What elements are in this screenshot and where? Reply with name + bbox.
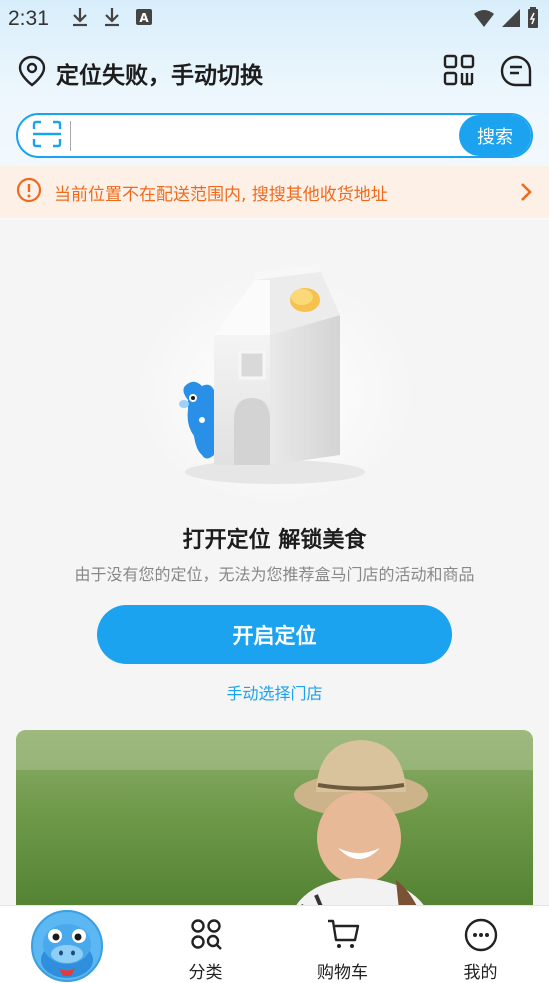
category-grid-icon[interactable] [190,918,222,954]
alert-text: 当前位置不在配送范围内, 搜搜其他收货地址 [54,184,388,205]
location-title[interactable]: 定位失败，手动切换 [56,56,263,90]
tab-profile[interactable]: 我的 [412,906,549,983]
search-bar[interactable]: 搜索 [16,113,533,158]
enable-location-button[interactable]: 开启定位 [97,605,452,664]
location-pin-icon[interactable] [16,54,48,92]
profile-face-icon[interactable] [464,918,498,956]
manual-select-store-link[interactable]: 手动选择门店 [0,680,549,704]
empty-state-subtitle: 由于没有您的定位，无法为您推荐盒马门店的活动和商品 [74,565,475,584]
location-illustration [130,240,420,510]
a-box-icon: A [135,7,153,31]
svg-text:A: A [139,11,149,25]
signal-icon [501,8,521,33]
tab-category[interactable]: 分类 [137,906,274,983]
search-button[interactable]: 搜索 [459,115,531,156]
search-input[interactable] [70,120,459,151]
wifi-icon [473,8,495,33]
location-header[interactable]: 定位失败，手动切换 [0,46,549,100]
promo-banner[interactable] [16,730,533,930]
bottom-tab-bar: 分类 购物车 我的 [0,905,549,983]
empty-state-title: 打开定位 解锁美食 [182,528,367,553]
status-time: 2:31 [8,7,49,30]
cart-icon[interactable] [326,918,360,954]
qr-code-icon[interactable] [443,54,475,92]
delivery-alert-bar[interactable]: 当前位置不在配送范围内, 搜搜其他收货地址 [0,166,549,218]
message-icon[interactable] [499,54,533,92]
tab-label-cart: 购物车 [317,963,368,983]
hippo-mascot-icon[interactable] [31,910,103,983]
tab-cart[interactable]: 购物车 [274,906,411,983]
status-bar: 2:31 A [0,0,549,38]
tab-label-category: 分类 [188,963,223,983]
info-icon [16,177,42,208]
chevron-right-icon[interactable] [519,181,533,208]
download-icon [71,6,89,33]
tab-home[interactable] [0,906,137,983]
scan-icon[interactable] [32,120,62,152]
battery-icon [527,7,539,34]
tab-label-profile: 我的 [463,963,498,983]
download-icon [103,6,121,33]
